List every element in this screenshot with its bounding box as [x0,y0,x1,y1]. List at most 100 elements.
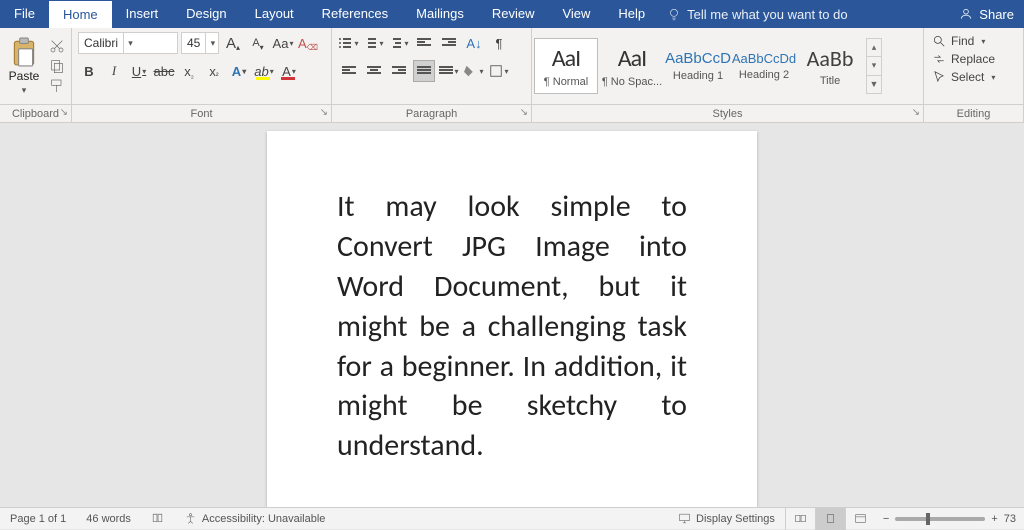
format-painter-icon[interactable] [49,78,65,94]
font-dialog-launcher[interactable]: ↘ [320,107,328,118]
change-case-button[interactable]: Aa▾ [272,32,294,54]
tab-layout[interactable]: Layout [241,0,308,28]
document-page[interactable]: It may look simple to Convert JPG Image … [267,131,757,507]
replace-icon [932,52,946,66]
print-layout-button[interactable] [815,508,845,530]
tab-help[interactable]: Help [604,0,659,28]
text-effects-button[interactable]: A▾ [228,60,250,82]
superscript-button[interactable]: x² [203,60,225,82]
styles-expand-icon[interactable]: ▼ [867,76,881,93]
tell-me-label: Tell me what you want to do [687,7,847,22]
show-marks-button[interactable]: ¶ [488,32,510,54]
main-tabs: File Home Insert Design Layout Reference… [0,0,659,28]
zoom-slider[interactable] [895,517,985,521]
shrink-font-button[interactable]: A▾ [247,32,269,54]
read-mode-button[interactable] [785,508,815,530]
book-icon [151,512,164,525]
zoom-slider-thumb[interactable] [926,513,930,525]
multilevel-list-button[interactable]: ▾ [388,32,410,54]
grow-font-button[interactable]: A▴ [222,32,244,54]
copy-icon[interactable] [49,58,65,74]
font-name-combo[interactable]: Calibri ▾ [78,32,178,54]
styles-scroller[interactable]: ▴ ▾ ▼ [866,38,882,94]
chevron-down-icon: ▾ [205,33,219,53]
font-size-combo[interactable]: 45 ▾ [181,32,219,54]
cursor-icon [932,70,946,84]
paragraph-group-label: Paragraph [406,108,457,120]
bullets-button[interactable]: ▾ [338,32,360,54]
display-settings-button[interactable]: Display Settings [668,512,785,525]
view-mode-buttons [785,508,875,530]
highlight-button[interactable]: ab▾ [253,60,275,82]
title-bar: File Home Insert Design Layout Reference… [0,0,1024,28]
share-icon [959,7,973,21]
select-button[interactable]: Select▾ [932,70,995,84]
tab-home[interactable]: Home [49,0,112,28]
style-no-spacing[interactable]: AaI ¶ No Spac... [600,38,664,94]
style-heading2[interactable]: AaBbCcDd Heading 2 [732,38,796,94]
shading-button[interactable]: ▾ [463,60,485,82]
align-left-button[interactable] [338,60,360,82]
decrease-indent-button[interactable] [413,32,435,54]
strikethrough-button[interactable]: abc [153,60,175,82]
numbering-button[interactable]: ▾ [363,32,385,54]
tab-file[interactable]: File [0,0,49,28]
web-layout-button[interactable] [845,508,875,530]
word-count[interactable]: 46 words [76,513,141,525]
justify-button[interactable] [413,60,435,82]
zoom-value[interactable]: 73 [1004,513,1016,525]
styles-group-label: Styles [713,108,743,120]
tab-mailings[interactable]: Mailings [402,0,478,28]
clipboard-dialog-launcher[interactable]: ↘ [60,107,68,118]
style-heading1[interactable]: AaBbCcD Heading 1 [666,38,730,94]
lightbulb-icon [667,7,681,21]
find-button[interactable]: Find▾ [932,34,985,48]
italic-button[interactable]: I [103,60,125,82]
subscript-button[interactable]: x₂ [178,60,200,82]
replace-button[interactable]: Replace [932,52,995,66]
accessibility-status[interactable]: Accessibility: Unavailable [174,512,336,525]
document-body-text[interactable]: It may look simple to Convert JPG Image … [337,187,687,466]
search-icon [932,34,946,48]
scroll-down-icon[interactable]: ▾ [867,57,881,75]
tell-me-search[interactable]: Tell me what you want to do [659,0,855,28]
line-spacing-button[interactable]: ▾ [438,60,460,82]
page-indicator[interactable]: Page 1 of 1 [0,513,76,525]
zoom-in-button[interactable]: + [991,513,997,525]
monitor-icon [678,512,691,525]
chevron-down-icon: ▾ [123,33,137,53]
styles-dialog-launcher[interactable]: ↘ [912,107,920,118]
cut-icon[interactable] [49,38,65,54]
share-button[interactable]: Share [949,0,1024,28]
zoom-control: − + 73 [875,513,1024,525]
paragraph-dialog-launcher[interactable]: ↘ [520,107,528,118]
paste-label: Paste [9,69,40,83]
ribbon: Paste ▾ Clipboard↘ Calibri ▾ 45 ▾ [0,28,1024,123]
align-center-button[interactable] [363,60,385,82]
scroll-up-icon[interactable]: ▴ [867,39,881,57]
group-font: Calibri ▾ 45 ▾ A▴ A▾ Aa▾ A⌫ B I U▾ abc x… [72,28,332,122]
status-bar: Page 1 of 1 46 words Accessibility: Unav… [0,507,1024,529]
underline-button[interactable]: U▾ [128,60,150,82]
spell-check-button[interactable] [141,512,174,525]
sort-button[interactable]: A↓ [463,32,485,54]
tab-insert[interactable]: Insert [112,0,173,28]
borders-button[interactable]: ▾ [488,60,510,82]
document-workspace[interactable]: It may look simple to Convert JPG Image … [0,123,1024,507]
paste-button[interactable]: Paste ▾ [6,37,42,96]
tab-references[interactable]: References [308,0,402,28]
tab-review[interactable]: Review [478,0,549,28]
increase-indent-button[interactable] [438,32,460,54]
paste-icon [11,37,37,67]
font-color-button[interactable]: A▾ [278,60,300,82]
style-title[interactable]: AaBb Title [798,38,862,94]
bold-button[interactable]: B [78,60,100,82]
clear-formatting-button[interactable]: A⌫ [297,32,319,54]
accessibility-icon [184,512,197,525]
share-label: Share [979,7,1014,22]
align-right-button[interactable] [388,60,410,82]
tab-design[interactable]: Design [172,0,240,28]
style-normal[interactable]: AaI ¶ Normal [534,38,598,94]
tab-view[interactable]: View [548,0,604,28]
zoom-out-button[interactable]: − [883,513,889,525]
